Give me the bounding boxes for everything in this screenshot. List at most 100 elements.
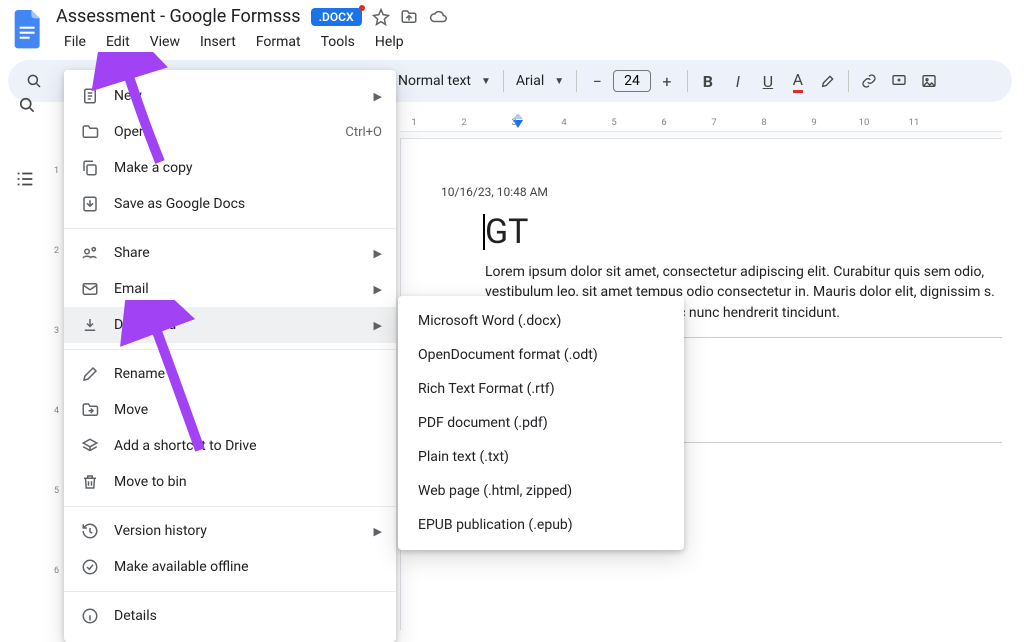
menu-item-make-a-copy[interactable]: Make a copy	[64, 150, 396, 186]
menu-item-make-available-offline[interactable]: Make available offline	[64, 549, 396, 585]
menu-item-label: Share	[114, 245, 150, 261]
menu-item-version-history[interactable]: Version history▶	[64, 513, 396, 549]
paragraph-style-label: Normal text	[398, 73, 471, 89]
text-color-button[interactable]: A	[784, 67, 812, 95]
menu-edit[interactable]: Edit	[98, 31, 138, 53]
download-option-0[interactable]: Microsoft Word (.docx)	[398, 304, 684, 338]
menu-item-add-a-shortcut-to-drive[interactable]: Add a shortcut to Drive	[64, 428, 396, 464]
menu-item-label: Download	[114, 317, 176, 333]
font-size-input[interactable]: 24	[613, 70, 651, 92]
move-icon	[80, 400, 100, 420]
menu-separator	[64, 228, 396, 229]
download-option-3[interactable]: PDF document (.pdf)	[398, 406, 684, 440]
ruler-tick: 9	[811, 117, 816, 128]
doc-heading[interactable]: GT	[485, 212, 1002, 252]
ruler-tick: 3	[511, 117, 516, 128]
outline-toggle-button[interactable]	[14, 168, 36, 190]
menu-item-label: Make a copy	[114, 160, 193, 176]
italic-button[interactable]: I	[724, 67, 752, 95]
bold-button[interactable]: B	[694, 67, 722, 95]
docs-logo[interactable]	[10, 6, 46, 54]
underline-button[interactable]: U	[754, 67, 782, 95]
ruler-tick: 11	[909, 117, 920, 128]
horizontal-ruler: 1 2 3 4 5 6 7 8 9 10 11	[400, 114, 1002, 132]
ruler-tick: 3	[48, 326, 65, 336]
menu-item-details[interactable]: Details	[64, 598, 396, 634]
menu-item-new[interactable]: New ▶	[64, 78, 396, 114]
menu-help[interactable]: Help	[367, 31, 412, 53]
trash-icon	[80, 472, 100, 492]
menu-item-open[interactable]: Open Ctrl+O	[64, 114, 396, 150]
doc-icon	[80, 86, 100, 106]
ruler-tick: 5	[48, 486, 65, 496]
save-icon	[80, 194, 100, 214]
docx-badge: .DOCX	[311, 8, 362, 26]
download-option-5[interactable]: Web page (.html, zipped)	[398, 474, 684, 508]
chevron-right-icon: ▶	[374, 90, 382, 103]
menu-view[interactable]: View	[142, 31, 188, 53]
menu-tools[interactable]: Tools	[313, 31, 363, 53]
font-size-increase[interactable]: +	[653, 67, 681, 95]
download-option-6[interactable]: EPUB publication (.epub)	[398, 508, 684, 542]
paragraph-style-select[interactable]: Normal text▼	[392, 73, 497, 89]
ruler-tick: 7	[711, 117, 716, 128]
menu-item-rename[interactable]: Rename	[64, 356, 396, 392]
ruler-tick: 4	[48, 406, 65, 416]
doc-title[interactable]: Assessment - Google Formsss	[56, 6, 301, 27]
move-folder-icon[interactable]	[400, 8, 418, 26]
menu-item-label: Details	[114, 608, 157, 624]
menu-separator	[64, 349, 396, 350]
chevron-right-icon: ▶	[374, 247, 382, 260]
copy-icon	[80, 158, 100, 178]
menubar: File Edit View Insert Format Tools Help	[56, 27, 448, 53]
menu-item-download[interactable]: Download ▶	[64, 307, 396, 343]
toolbar-separator	[576, 70, 577, 92]
download-option-4[interactable]: Plain text (.txt)	[398, 440, 684, 474]
ruler-tick: 2	[461, 117, 466, 128]
menu-file[interactable]: File	[56, 31, 94, 53]
download-icon	[80, 315, 100, 335]
font-size-decrease[interactable]: −	[583, 67, 611, 95]
menu-item-move[interactable]: Move	[64, 392, 396, 428]
chevron-down-icon: ▼	[554, 76, 564, 87]
toolbar-separator	[687, 70, 688, 92]
font-family-select[interactable]: Arial ▼	[510, 73, 570, 89]
insert-image-button[interactable]	[915, 67, 943, 95]
shortcut-icon	[80, 436, 100, 456]
menu-item-label: Move to bin	[114, 474, 187, 490]
ruler-tick: 5	[611, 117, 616, 128]
chevron-right-icon: ▶	[374, 525, 382, 538]
toolbar-separator	[848, 70, 849, 92]
download-option-2[interactable]: Rich Text Format (.rtf)	[398, 372, 684, 406]
ruler-tick: 6	[48, 566, 65, 576]
highlight-button[interactable]	[814, 67, 842, 95]
menu-format[interactable]: Format	[248, 31, 309, 53]
download-option-1[interactable]: OpenDocument format (.odt)	[398, 338, 684, 372]
menu-item-email[interactable]: Email▶	[64, 271, 396, 307]
menu-item-share[interactable]: Share ▶	[64, 235, 396, 271]
folder-icon	[80, 122, 100, 142]
menu-shortcut: Ctrl+O	[345, 125, 382, 140]
mail-icon	[80, 279, 100, 299]
rename-icon	[80, 364, 100, 384]
menu-item-label: Open	[114, 124, 147, 140]
star-icon[interactable]	[372, 8, 390, 26]
menu-item-label: New	[114, 88, 142, 104]
info-icon	[80, 606, 100, 626]
font-family-label: Arial	[516, 73, 544, 89]
menu-separator	[64, 591, 396, 592]
header-timestamp: 10/16/23, 10:48 AM	[441, 185, 548, 199]
menu-item-label: Rename	[114, 366, 165, 382]
chevron-right-icon: ▶	[374, 283, 382, 296]
file-menu: New ▶ Open Ctrl+O Make a copy Save as Google …	[64, 70, 396, 642]
menu-item-move-to-bin[interactable]: Move to bin	[64, 464, 396, 500]
menu-insert[interactable]: Insert	[192, 31, 244, 53]
find-replace-button[interactable]	[10, 88, 44, 122]
insert-link-button[interactable]	[855, 67, 883, 95]
insert-comment-button[interactable]	[885, 67, 913, 95]
menu-item-label: Make available offline	[114, 559, 249, 575]
offline-icon	[80, 557, 100, 577]
chevron-right-icon: ▶	[374, 319, 382, 332]
menu-item-save-as-google-docs[interactable]: Save as Google Docs	[64, 186, 396, 222]
cloud-status-icon[interactable]	[428, 8, 448, 26]
